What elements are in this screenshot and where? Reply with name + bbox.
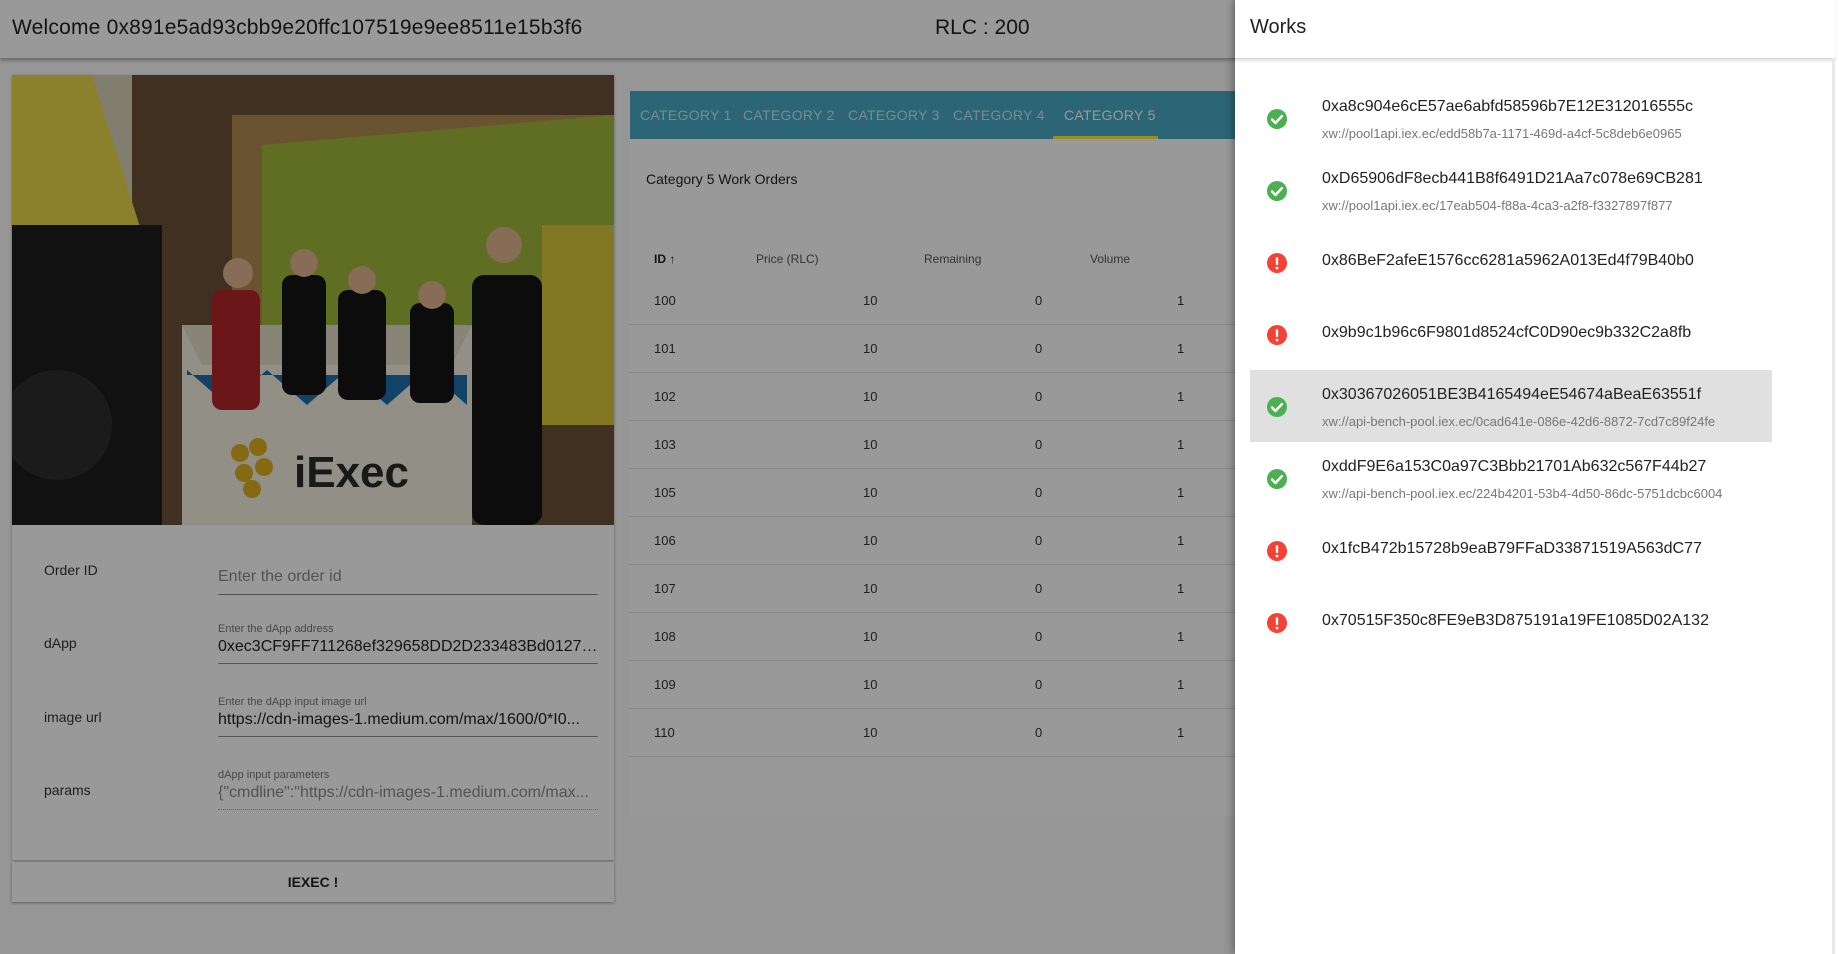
works-drawer: Works 0xa8c904e6cE57ae6abfd58596b7E12E31… [1235,0,1839,954]
work-hash: 0x30367026051BE3B4165494eE54674aBeaE6355… [1322,386,1702,403]
work-uri: xw://api-bench-pool.iex.ec/224b4201-53b4… [1322,486,1723,501]
drawer-title: Works [1250,16,1307,38]
drawer-header: Works [1235,0,1835,59]
check-circle-icon [1267,109,1287,129]
work-item[interactable]: 0x9b9c1b96c6F9801d8524cfC0D90ec9b332C2a8… [1250,298,1772,370]
work-hash: 0xa8c904e6cE57ae6abfd58596b7E12E31201655… [1322,98,1694,115]
work-item[interactable]: 0x86BeF2afeE1576cc6281a5962A013Ed4f79B40… [1250,226,1772,298]
check-circle-icon [1267,397,1287,417]
drawer-backdrop[interactable] [0,0,1235,954]
work-uri: xw://pool1api.iex.ec/edd58b7a-1171-469d-… [1322,126,1682,141]
work-item[interactable]: 0xD65906dF8ecb441B8f6491D21Aa7c078e69CB2… [1250,154,1772,226]
work-hash: 0xD65906dF8ecb441B8f6491D21Aa7c078e69CB2… [1322,170,1703,187]
check-circle-icon [1267,469,1287,489]
error-circle-icon [1267,325,1287,345]
work-item[interactable]: 0xddF9E6a153C0a97C3Bbb21701Ab632c567F44b… [1250,442,1772,514]
work-hash: 0x86BeF2afeE1576cc6281a5962A013Ed4f79B40… [1322,252,1694,269]
error-circle-icon [1267,541,1287,561]
work-hash: 0x1fcB472b15728b9eaB79FFaD33871519A563dC… [1322,540,1702,557]
work-hash: 0xddF9E6a153C0a97C3Bbb21701Ab632c567F44b… [1322,458,1707,475]
drawer-scrollbar[interactable] [1832,58,1835,954]
check-circle-icon [1267,181,1287,201]
work-item[interactable]: 0xa8c904e6cE57ae6abfd58596b7E12E31201655… [1250,82,1772,154]
error-circle-icon [1267,613,1287,633]
work-uri: xw://api-bench-pool.iex.ec/0cad641e-086e… [1322,414,1716,429]
work-uri: xw://pool1api.iex.ec/17eab504-f88a-4ca3-… [1322,198,1673,213]
work-hash: 0x9b9c1b96c6F9801d8524cfC0D90ec9b332C2a8… [1322,324,1692,341]
error-circle-icon [1267,253,1287,273]
work-hash: 0x70515F350c8FE9eB3D875191a19FE1085D02A1… [1322,612,1709,629]
work-item[interactable]: 0x1fcB472b15728b9eaB79FFaD33871519A563dC… [1250,514,1772,586]
work-item[interactable]: 0x30367026051BE3B4165494eE54674aBeaE6355… [1250,370,1772,442]
work-item[interactable]: 0x70515F350c8FE9eB3D875191a19FE1085D02A1… [1250,586,1772,658]
